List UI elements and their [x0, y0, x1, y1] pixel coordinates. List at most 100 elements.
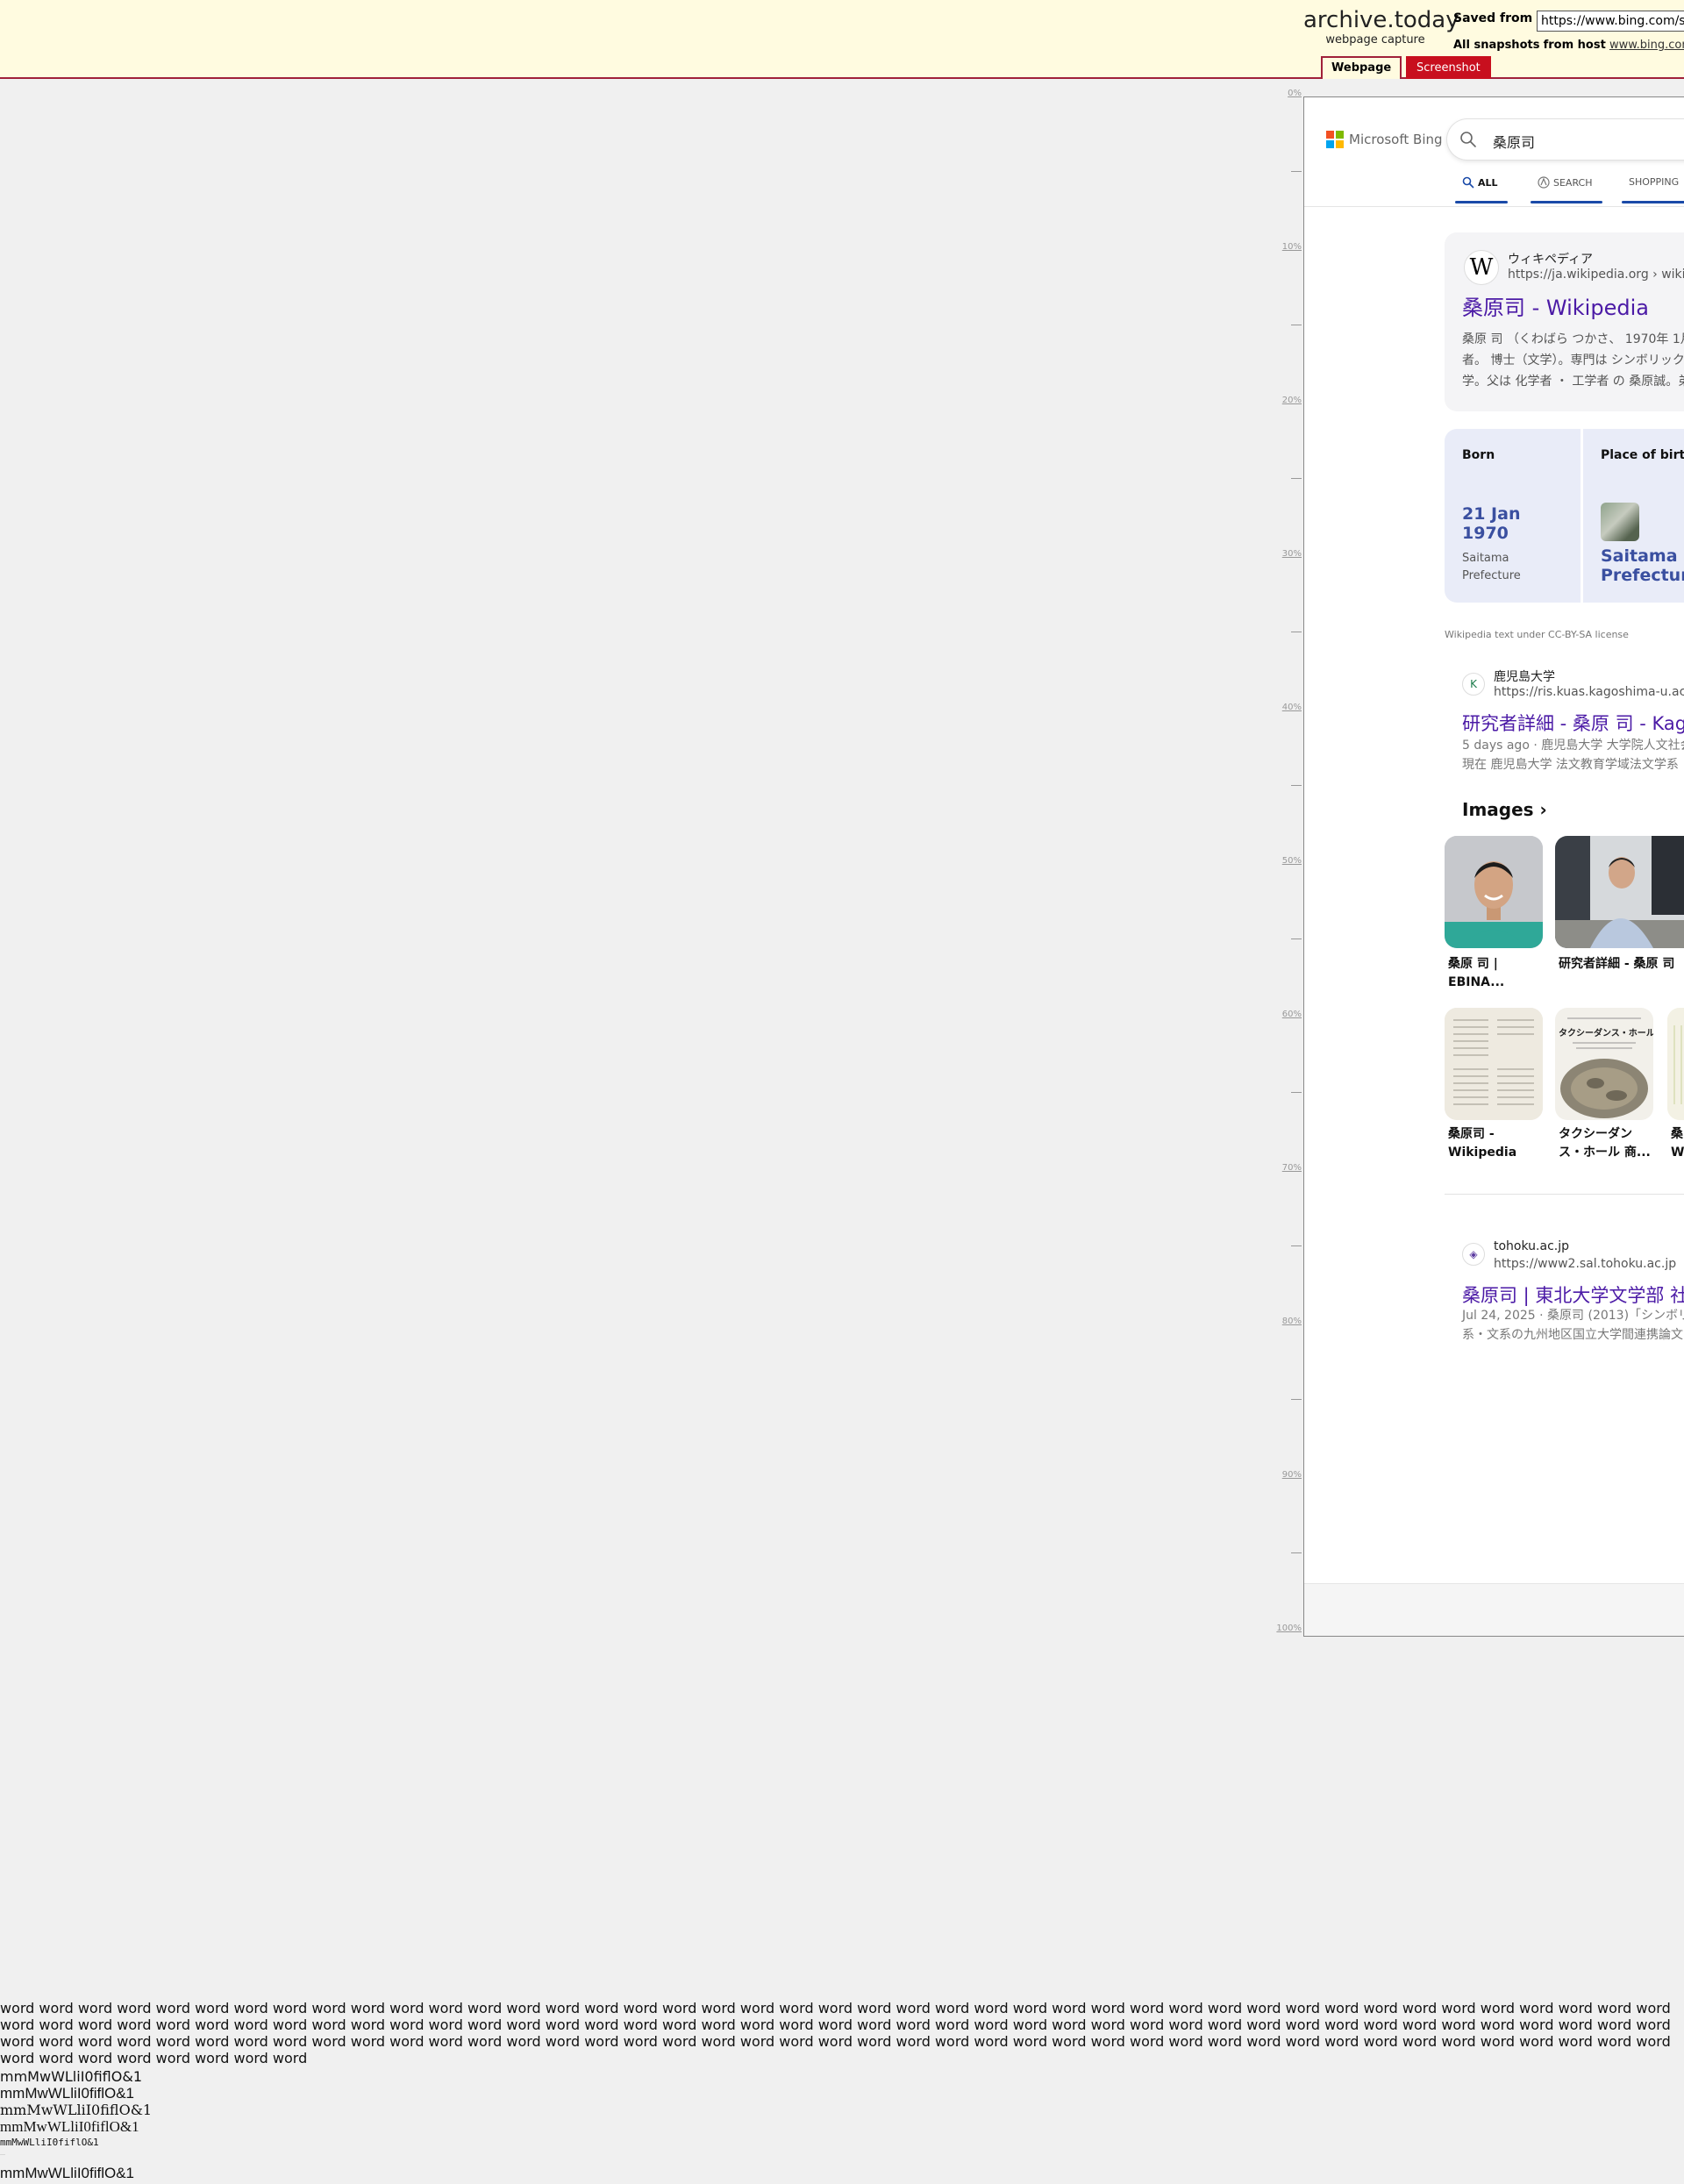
tab-all-label: ALL: [1478, 176, 1498, 189]
caption-line: W: [1671, 1146, 1684, 1160]
caption-line: 研究者詳細 - 桑原 司: [1559, 957, 1675, 971]
result-site-name[interactable]: ウィキペディア: [1508, 250, 1593, 268]
images-heading-link[interactable]: Images ›: [1462, 799, 1547, 820]
result-url[interactable]: https://ris.kuas.kagoshima-u.ac: [1494, 685, 1684, 699]
snippet-line: Jul 24, 2025 · 桑原司 (2013)「シンボリッ: [1462, 1309, 1684, 1323]
result-title-link[interactable]: 桑原司 - Wikipedia: [1462, 290, 1649, 321]
ruler-label[interactable]: 70%: [1267, 1163, 1302, 1173]
result-site-name[interactable]: tohoku.ac.jp: [1494, 1239, 1569, 1253]
tab-search-underline: [1531, 201, 1602, 203]
fact-value: 21 Jan 1970: [1462, 504, 1520, 543]
ruler-tick: [1291, 170, 1302, 172]
ruler-label[interactable]: 80%: [1267, 1317, 1302, 1326]
caption-line: ス・ホール 商...: [1559, 1146, 1651, 1160]
ruler-tick: [1291, 1091, 1302, 1093]
result-site-name[interactable]: 鹿児島大学: [1494, 667, 1555, 685]
ruler-label[interactable]: 10%: [1267, 242, 1302, 252]
fact-subtext-line: Prefecture: [1462, 569, 1521, 582]
from-host-label: from host: [1543, 39, 1606, 52]
image-result-seated-man[interactable]: [1555, 836, 1684, 948]
result-title-link[interactable]: 研究者詳細 - 桑原 司 - Kago: [1462, 710, 1684, 736]
wikipedia-logo-icon: W: [1464, 250, 1499, 285]
image-caption[interactable]: 桑原 司 | EBINA...: [1448, 955, 1545, 992]
result-snippet: 桑原 司 （くわばら つかさ、 1970年 1月 者。 博士（文学）。専門は シ…: [1462, 329, 1684, 392]
place-thumbnail[interactable]: [1601, 503, 1639, 541]
fact-place-of-birth[interactable]: Place of birt Saitama Prefectur: [1583, 429, 1684, 603]
microsoft-logo-icon: [1326, 131, 1344, 148]
fact-value-line: Prefectur: [1601, 566, 1684, 585]
fact-label: Born: [1462, 448, 1495, 462]
glyph-test-tiny: …: [0, 2151, 5, 2157]
tab-shopping[interactable]: SHOPPING: [1629, 176, 1679, 188]
ruler-label[interactable]: 40%: [1267, 703, 1302, 712]
archive-header: archive.today webpage capture Saved from…: [0, 0, 1684, 79]
fact-subtext-line: Saitama: [1462, 552, 1509, 565]
tab-shopping-label: SHOPPING: [1629, 176, 1680, 188]
ruler-label[interactable]: 60%: [1267, 1010, 1302, 1019]
copilot-icon: [1538, 176, 1550, 189]
snippet-line: 5 days ago · 鹿児島大学 大学院人文社会: [1462, 739, 1684, 753]
image-result-partial[interactable]: [1667, 1008, 1684, 1120]
search-box[interactable]: 桑原司: [1447, 119, 1684, 160]
result-url[interactable]: https://ja.wikipedia.org › wiki: [1508, 268, 1684, 282]
image-caption[interactable]: タクシーダン ス・ホール 商...: [1559, 1125, 1655, 1162]
caption-line: 桑原司 -: [1448, 1127, 1495, 1141]
search-input[interactable]: 桑原司: [1493, 131, 1535, 152]
fact-value[interactable]: Saitama Prefectur: [1601, 546, 1684, 585]
bing-logo[interactable]: Microsoft Bing: [1326, 131, 1443, 148]
snippet-line: 者。 博士（文学）。専門は シンボリック: [1462, 353, 1684, 368]
archive-brand[interactable]: archive.today webpage capture: [1303, 7, 1459, 47]
wikipedia-result-card: W ウィキペディア https://ja.wikipedia.org › wik…: [1445, 232, 1684, 411]
fact-label: Place of birt: [1601, 448, 1684, 462]
fact-born[interactable]: Born 21 Jan 1970 Saitama Prefecture: [1445, 429, 1581, 603]
fact-value-line: 21 Jan: [1462, 504, 1521, 524]
header-divider: [1304, 206, 1684, 207]
caption-line: Wikipedia: [1448, 1146, 1517, 1160]
book-cover-art: [1560, 1017, 1648, 1118]
result-title-link[interactable]: 桑原司 | 東北大学文学部 社会: [1462, 1281, 1684, 1308]
snapshots-host-link[interactable]: www.bing.com: [1609, 39, 1684, 52]
image-result-book-cover[interactable]: タクシーダンス・ホール: [1555, 1008, 1653, 1120]
ruler-label[interactable]: 30%: [1267, 549, 1302, 559]
section-divider: [1445, 1194, 1684, 1195]
archive-tagline: webpage capture: [1325, 33, 1425, 46]
ruler-tick: [1291, 784, 1302, 786]
archive-brand-name[interactable]: archive.today: [1303, 7, 1459, 33]
ruler-label[interactable]: 0%: [1267, 89, 1302, 98]
tab-screenshot[interactable]: Screenshot: [1406, 56, 1491, 79]
glyph-test-liberation-sans: mmMwWLliI0fiflO&1: [0, 2085, 135, 2102]
partial-image: [1667, 1008, 1684, 1120]
word-test-block: word word word word word word word word …: [0, 2000, 1671, 2066]
ruler-label[interactable]: 50%: [1267, 856, 1302, 866]
result-url[interactable]: https://www2.sal.tohoku.ac.jp: [1494, 1257, 1676, 1271]
fact-subtext: Saitama Prefecture: [1462, 550, 1521, 585]
fact-value-line: Saitama: [1601, 546, 1678, 566]
snapshots-row: All snapshots from host www.bing.com: [1453, 39, 1684, 52]
document-scan: [1445, 1008, 1543, 1120]
search-icon: [1462, 176, 1474, 189]
image-result-document[interactable]: [1445, 1008, 1543, 1120]
image-caption[interactable]: 桑 W: [1671, 1125, 1684, 1162]
tab-search-label: SEARCH: [1553, 176, 1593, 189]
saved-from-url-input[interactable]: [1537, 11, 1684, 32]
fact-value-line: 1970: [1462, 524, 1509, 543]
search-icon[interactable]: [1459, 131, 1477, 148]
image-caption[interactable]: 桑原司 - Wikipedia: [1448, 1125, 1545, 1162]
ruler-label[interactable]: 100%: [1267, 1624, 1302, 1633]
ruler-tick: [1291, 1398, 1302, 1400]
portrait-photo: [1445, 836, 1543, 948]
ruler-label[interactable]: 20%: [1267, 396, 1302, 405]
license-note[interactable]: Wikipedia text under CC-BY-SA license: [1445, 629, 1629, 640]
tab-search[interactable]: SEARCH: [1538, 176, 1593, 189]
tab-shopping-underline: [1622, 201, 1684, 203]
tab-all-underline: [1455, 201, 1508, 203]
tab-webpage[interactable]: Webpage: [1321, 56, 1402, 79]
image-caption[interactable]: 研究者詳細 - 桑原 司: [1559, 955, 1684, 974]
glyph-test-liberation-serif: mmMwWLliI0fiflO&1: [0, 2118, 139, 2135]
glyph-test-sans: mmMwWLliI0fiflO&1: [0, 2068, 142, 2085]
ruler-label[interactable]: 90%: [1267, 1470, 1302, 1480]
image-result-portrait[interactable]: [1445, 836, 1543, 948]
ruler-tick: [1291, 1245, 1302, 1246]
tab-all[interactable]: ALL: [1462, 176, 1498, 189]
all-snapshots-label: All snapshots: [1453, 39, 1540, 52]
